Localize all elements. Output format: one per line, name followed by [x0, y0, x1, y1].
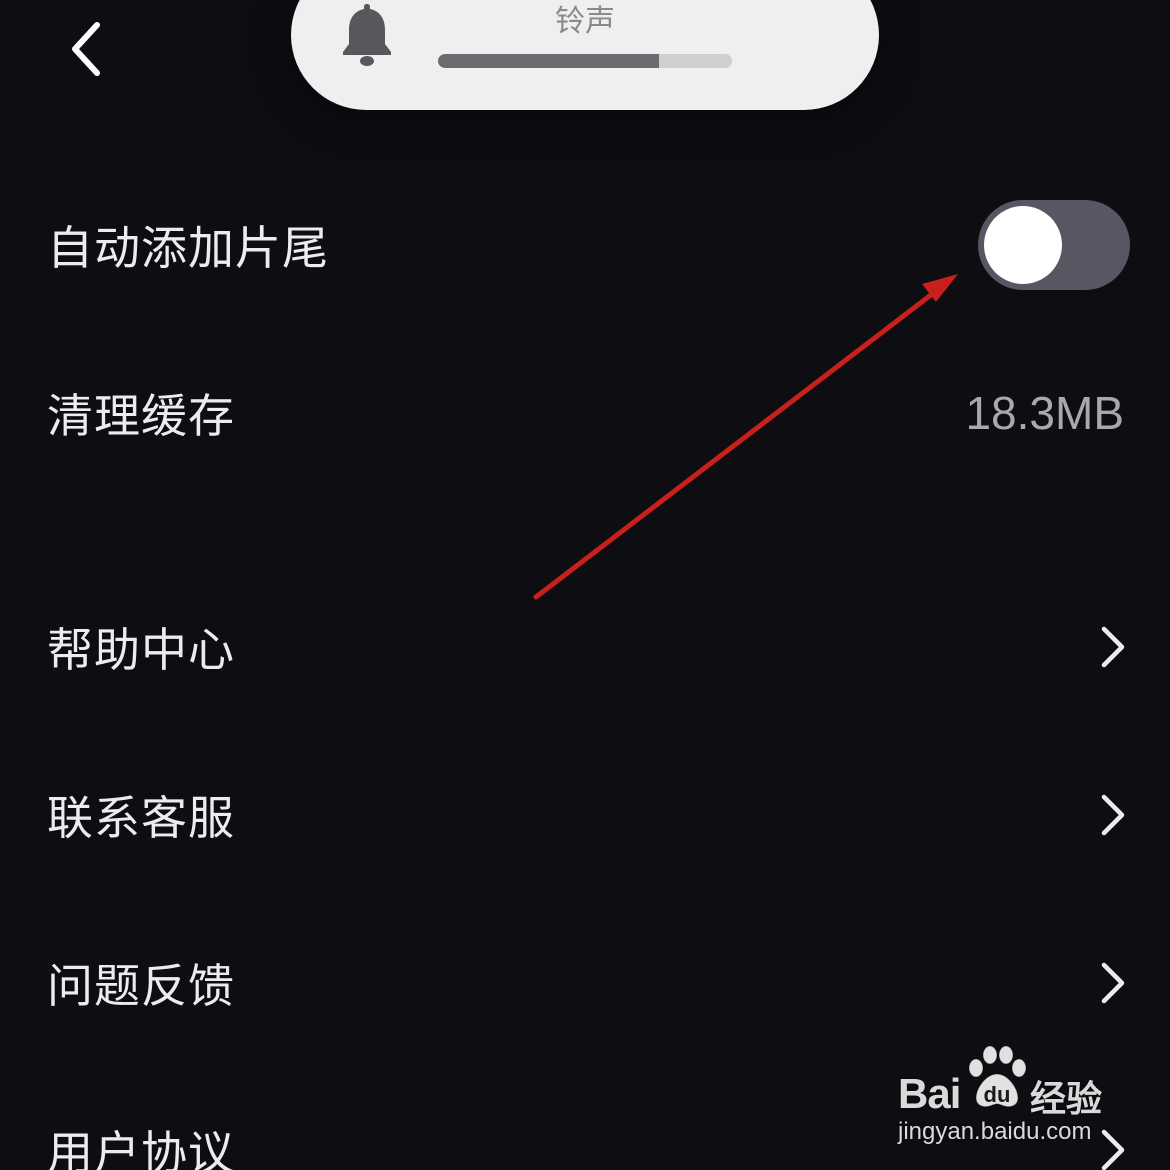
- settings-row-contact-service[interactable]: 联系客服: [0, 755, 1170, 875]
- settings-row-label: 问题反馈: [47, 959, 235, 1013]
- toggle-knob: [984, 206, 1062, 284]
- settings-row-label: 帮助中心: [47, 623, 235, 677]
- baidu-jingyan-watermark: du Bai 经验 jingyan.baidu.com: [896, 1040, 1126, 1150]
- volume-slider-fill: [438, 54, 659, 68]
- chevron-right-icon: [1101, 962, 1125, 1004]
- settings-row-label: 联系客服: [47, 791, 235, 845]
- settings-row-label: 用户协议: [47, 1126, 235, 1170]
- settings-row-auto-outro: 自动添加片尾: [0, 185, 1170, 305]
- settings-row-feedback[interactable]: 问题反馈: [0, 923, 1170, 1043]
- volume-hud-label: 铃声: [555, 4, 615, 39]
- settings-row-help-center[interactable]: 帮助中心: [0, 587, 1170, 707]
- baidu-paw-logo-icon: du: [968, 1045, 1027, 1108]
- cache-size-value: 18.3MB: [965, 387, 1124, 439]
- settings-row-label: 自动添加片尾: [47, 221, 329, 275]
- volume-hud: 铃声: [291, 0, 879, 110]
- chevron-right-icon: [1101, 626, 1125, 668]
- watermark-url: jingyan.baidu.com: [898, 1118, 1092, 1145]
- volume-slider[interactable]: [438, 54, 732, 68]
- settings-row-clear-cache[interactable]: 清理缓存 18.3MB: [0, 353, 1170, 473]
- chevron-left-icon: [72, 22, 100, 76]
- chevron-right-icon: [1101, 794, 1125, 836]
- watermark-brand-suffix: du: [984, 1082, 1011, 1107]
- watermark-brand: Bai: [898, 1070, 961, 1117]
- watermark-name: 经验: [1030, 1079, 1103, 1120]
- back-button[interactable]: [52, 14, 122, 84]
- auto-outro-toggle[interactable]: [978, 200, 1130, 290]
- settings-row-label: 清理缓存: [47, 389, 235, 443]
